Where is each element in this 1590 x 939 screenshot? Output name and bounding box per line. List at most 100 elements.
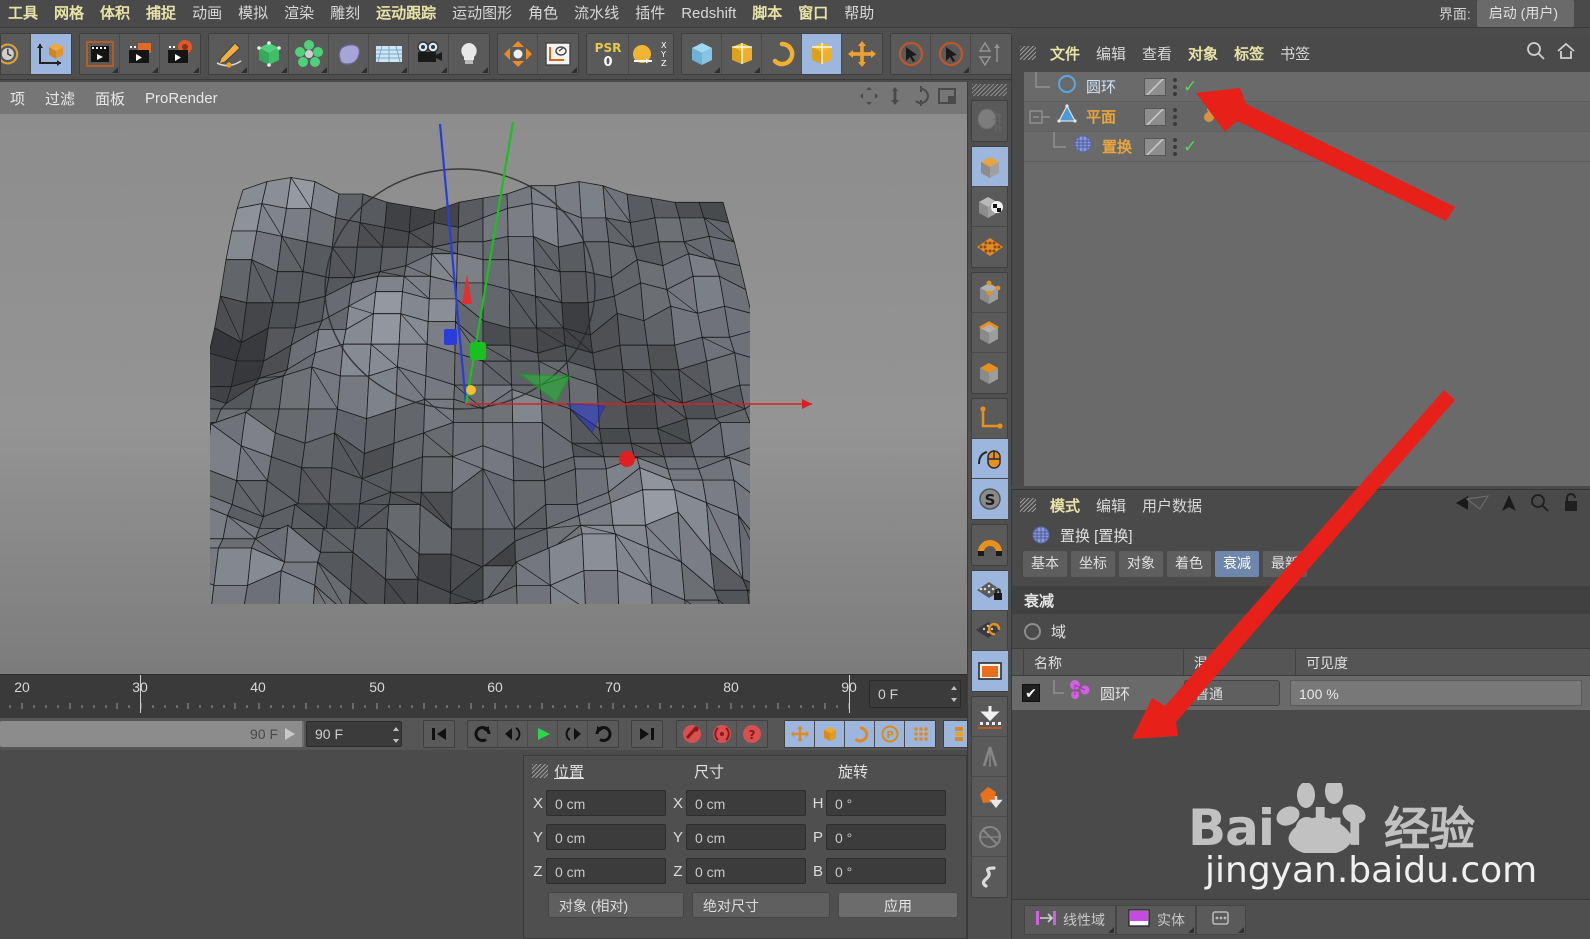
bend-deformer-icon[interactable] bbox=[329, 33, 369, 74]
loop-button[interactable] bbox=[588, 721, 618, 747]
object-row-displacer[interactable]: 置换 ✓ bbox=[1024, 131, 1590, 162]
tab-latest[interactable]: 最新 bbox=[1262, 550, 1308, 578]
am-menu-edit[interactable]: 编辑 bbox=[1088, 495, 1134, 516]
position-x-field[interactable]: 0 cm bbox=[546, 790, 666, 816]
om-menu-tags[interactable]: 标签 bbox=[1226, 43, 1272, 64]
panel-grip-icon[interactable] bbox=[1020, 46, 1036, 60]
tag-slot-icon[interactable] bbox=[1144, 137, 1166, 156]
play-button[interactable] bbox=[528, 721, 558, 747]
go-to-start-button[interactable] bbox=[424, 721, 454, 747]
circle-spline-icon[interactable] bbox=[1056, 73, 1078, 100]
rotate-icon[interactable] bbox=[911, 85, 931, 111]
blend-mode-dropdown[interactable]: 普通 bbox=[1184, 680, 1280, 706]
arrows-in-icon[interactable] bbox=[498, 33, 538, 74]
zoom-icon[interactable] bbox=[885, 86, 905, 111]
domain-radio[interactable] bbox=[1024, 622, 1041, 640]
solid-field-button[interactable]: 实体 bbox=[1116, 904, 1196, 935]
up-nav-icon[interactable] bbox=[1500, 492, 1530, 519]
back-nav-icon[interactable] bbox=[1454, 492, 1500, 519]
render-settings-icon[interactable] bbox=[160, 33, 200, 74]
go-to-end-button[interactable] bbox=[632, 721, 662, 747]
current-frame-spinner[interactable] bbox=[950, 685, 958, 703]
record-position-button[interactable] bbox=[785, 721, 815, 747]
rotation-h-field[interactable]: 0 ° bbox=[826, 790, 946, 816]
menu-item-mesh[interactable]: 网格 bbox=[46, 0, 92, 28]
size-y-field[interactable]: 0 cm bbox=[686, 824, 806, 850]
render-to-picture-viewer-icon[interactable] bbox=[120, 33, 160, 74]
array-generator-icon[interactable] bbox=[289, 33, 329, 74]
object-name-circle[interactable]: 圆环 bbox=[1086, 76, 1116, 97]
texture-tag-icon[interactable] bbox=[1204, 102, 1230, 131]
render-view-icon[interactable] bbox=[80, 33, 120, 74]
camera-icon[interactable] bbox=[409, 33, 449, 74]
spline-pen-icon[interactable] bbox=[209, 33, 249, 74]
python-vicon[interactable] bbox=[972, 857, 1008, 897]
size-mode-dropdown[interactable]: 绝对尺寸 bbox=[692, 892, 830, 918]
psr-icon[interactable]: PSR 0 bbox=[587, 33, 629, 74]
menu-item-motion-tracker[interactable]: 运动跟踪 bbox=[368, 0, 444, 28]
tab-basic[interactable]: 基本 bbox=[1022, 550, 1068, 578]
position-z-field[interactable]: 0 cm bbox=[546, 858, 666, 884]
size-z-field[interactable]: 0 cm bbox=[686, 858, 806, 884]
search-icon[interactable] bbox=[1530, 493, 1562, 518]
model-mode-vicon[interactable] bbox=[972, 147, 1008, 187]
am-menu-mode[interactable]: 模式 bbox=[1042, 495, 1088, 516]
cube-primitive-icon[interactable] bbox=[249, 33, 289, 74]
viewport-menu-panel[interactable]: 面板 bbox=[85, 88, 135, 109]
live-selection-icon[interactable] bbox=[891, 33, 931, 74]
polygon-mode-vicon[interactable] bbox=[972, 353, 1008, 393]
search-icon[interactable] bbox=[1526, 41, 1556, 66]
snap-enable-vicon[interactable]: S bbox=[972, 479, 1008, 519]
texture-mode-icon[interactable] bbox=[762, 33, 802, 74]
apply-button[interactable]: 应用 bbox=[838, 892, 958, 918]
collapse-poly-vicon[interactable] bbox=[972, 777, 1008, 817]
tag-dots-icon[interactable] bbox=[1173, 77, 1177, 96]
current-frame-field[interactable]: 0 F bbox=[869, 680, 961, 708]
menu-item-tools[interactable]: 工具 bbox=[0, 0, 46, 28]
object-tree[interactable]: 圆环 ✓ 平面 置换 ✓ bbox=[1024, 71, 1590, 486]
field-list-row[interactable]: ✔ 圆环 普通 100 % bbox=[1012, 676, 1590, 710]
workplane-grid-vicon[interactable] bbox=[972, 227, 1008, 267]
circle-slash-vicon[interactable] bbox=[972, 817, 1008, 857]
menu-item-help[interactable]: 帮助 bbox=[836, 0, 882, 28]
axis-cube-icon[interactable] bbox=[31, 33, 71, 74]
move-tool-icon[interactable] bbox=[842, 33, 882, 74]
menu-item-render[interactable]: 渲染 bbox=[276, 0, 322, 28]
end-frame-spinner[interactable] bbox=[392, 726, 400, 744]
snap-triangles-icon[interactable] bbox=[971, 33, 1011, 74]
polygon-mode-icon[interactable] bbox=[802, 33, 842, 74]
tag-slot-icon[interactable] bbox=[1144, 107, 1166, 126]
rectangle-selection-icon[interactable] bbox=[931, 33, 971, 74]
end-frame-field[interactable]: 90 F bbox=[306, 721, 402, 747]
point-mode-vicon[interactable] bbox=[972, 273, 1008, 313]
menu-item-plugins[interactable]: 插件 bbox=[627, 0, 673, 28]
linear-field-button[interactable]: 线性域 bbox=[1024, 904, 1116, 935]
menu-item-simulate[interactable]: 模拟 bbox=[230, 0, 276, 28]
menu-item-character[interactable]: 角色 bbox=[520, 0, 566, 28]
more-fields-button[interactable] bbox=[1196, 904, 1246, 935]
tag-dots-icon[interactable] bbox=[1173, 137, 1177, 156]
timeline-ruler[interactable]: 20 30 40 50 60 70 80 90 0 F bbox=[0, 674, 967, 718]
timeline-playhead-90[interactable] bbox=[849, 675, 850, 713]
menu-item-volume[interactable]: 体积 bbox=[92, 0, 138, 28]
texture-mode-vicon[interactable] bbox=[972, 187, 1008, 227]
tag-slot-icon[interactable] bbox=[1144, 77, 1166, 96]
record-active-objects-button[interactable] bbox=[677, 721, 707, 747]
play-small-icon[interactable] bbox=[282, 727, 298, 741]
tab-coord[interactable]: 坐标 bbox=[1070, 550, 1116, 578]
om-menu-edit[interactable]: 编辑 bbox=[1088, 43, 1134, 64]
lock-icon[interactable] bbox=[1562, 492, 1590, 519]
field-enabled-checkbox[interactable]: ✔ bbox=[1022, 684, 1040, 702]
symmetry-vicon[interactable] bbox=[972, 737, 1008, 777]
am-menu-userdata[interactable]: 用户数据 bbox=[1134, 495, 1210, 516]
om-menu-objects[interactable]: 对象 bbox=[1180, 43, 1226, 64]
object-row-circle[interactable]: 圆环 ✓ bbox=[1024, 71, 1590, 102]
interface-selector[interactable]: 启动 (用户) bbox=[1476, 0, 1574, 27]
object-row-plane[interactable]: 平面 bbox=[1024, 102, 1590, 132]
coordinate-mode-dropdown[interactable]: 对象 (相对) bbox=[548, 892, 684, 918]
record-pla-button[interactable] bbox=[905, 721, 935, 747]
menu-item-redshift[interactable]: Redshift bbox=[673, 0, 744, 28]
field-object-icon[interactable] bbox=[1066, 678, 1094, 709]
viewport-menu-options[interactable]: 项 bbox=[0, 88, 35, 109]
vtool-grip-icon[interactable] bbox=[972, 84, 1007, 96]
